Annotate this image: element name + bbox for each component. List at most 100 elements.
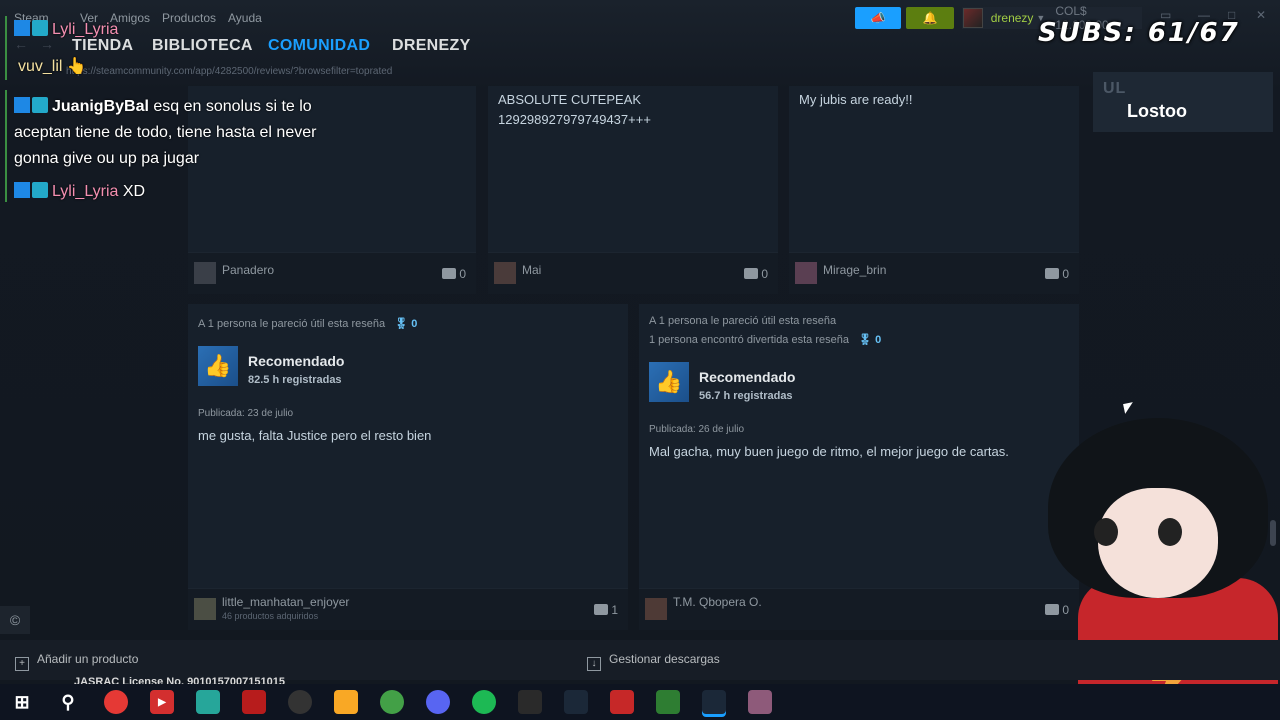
notifications-button[interactable]: 🔔 bbox=[906, 7, 954, 29]
spotify-icon[interactable] bbox=[472, 690, 496, 714]
eye bbox=[1094, 518, 1118, 546]
helpful-count: A 1 persona le pareció útil esta reseña bbox=[649, 315, 837, 327]
badge-icon bbox=[14, 182, 30, 198]
comment-count[interactable]: 1 bbox=[594, 603, 618, 617]
chat-divider bbox=[5, 16, 7, 80]
chrome-icon[interactable] bbox=[104, 690, 128, 714]
youtube-icon[interactable]: ▶ bbox=[150, 690, 174, 714]
comment-count[interactable]: 0 bbox=[744, 267, 768, 281]
minecraft-icon[interactable] bbox=[656, 690, 680, 714]
chat-username: Lyli_Lyria bbox=[52, 183, 119, 200]
epic-games-icon[interactable] bbox=[518, 690, 542, 714]
badge-icon bbox=[32, 182, 48, 198]
manage-downloads-button[interactable]: ↓ Gestionar descargas bbox=[587, 652, 720, 671]
review-author[interactable]: Panadero bbox=[222, 263, 274, 277]
account-username: drenezy bbox=[990, 11, 1034, 25]
badge-icon bbox=[32, 20, 48, 36]
comment-count[interactable]: 0 bbox=[442, 267, 466, 281]
folder-icon[interactable] bbox=[334, 690, 358, 714]
announce-button[interactable]: 📣 bbox=[855, 7, 901, 29]
review-card[interactable]: My jubis are ready!! Mirage_brin 0 bbox=[789, 86, 1079, 294]
chat-message: Lyli_Lyria XD bbox=[14, 182, 145, 201]
app-icon[interactable] bbox=[380, 690, 404, 714]
comment-icon bbox=[594, 604, 609, 615]
review-footer: Mai 0 bbox=[488, 252, 778, 294]
megaphone-icon: 📣 bbox=[870, 11, 886, 25]
overlay-tag: UL bbox=[1103, 80, 1127, 97]
review-author[interactable]: T.M. Qbopera O. bbox=[673, 595, 762, 609]
game-icon[interactable] bbox=[748, 690, 772, 714]
chat-message: vuv_lil 👆 bbox=[18, 56, 87, 76]
chat-username: JuanigByBal bbox=[52, 98, 149, 115]
chat-message: JuanigByBal esq en sonolus si te lo acep… bbox=[14, 94, 364, 172]
review-footer: Panadero 0 bbox=[188, 252, 476, 294]
chat-message: Lyli_Lyria bbox=[14, 20, 118, 39]
publish-date: Publicada: 23 de julio bbox=[198, 408, 294, 419]
funny-count: 1 persona encontró divertida esta reseña… bbox=[649, 334, 882, 346]
avatar bbox=[963, 8, 983, 28]
review-card[interactable]: A 1 persona le pareció útil esta reseña … bbox=[639, 304, 1079, 630]
avatar[interactable] bbox=[795, 262, 817, 284]
review-author[interactable]: Mirage_brin bbox=[823, 263, 886, 277]
review-author[interactable]: Mai bbox=[522, 263, 541, 277]
chat-text: XD bbox=[122, 183, 146, 200]
comment-icon bbox=[744, 268, 759, 279]
review-text: me gusta, falta Justice pero el resto bi… bbox=[198, 428, 432, 443]
badge-icon bbox=[14, 20, 30, 36]
avatar[interactable] bbox=[194, 262, 216, 284]
windows-start-icon[interactable]: ⊞ bbox=[10, 690, 34, 714]
review-text: ABSOLUTE CUTEPEAK 129298927979749437+++ bbox=[498, 92, 651, 127]
helpful-count: A 1 persona le pareció útil esta reseña … bbox=[198, 318, 418, 330]
review-card[interactable]: A 1 persona le pareció útil esta reseña … bbox=[188, 304, 628, 630]
avatar[interactable] bbox=[494, 262, 516, 284]
steam-icon[interactable] bbox=[564, 690, 588, 714]
review-text: My jubis are ready!! bbox=[799, 92, 913, 107]
download-icon: ↓ bbox=[587, 657, 601, 671]
app-icon[interactable] bbox=[196, 690, 220, 714]
search-icon[interactable]: ⚲ bbox=[56, 690, 80, 714]
steam-window: Steam Ver Amigos Productos Ayuda 📣 🔔 dre… bbox=[0, 0, 1280, 720]
review-verdict: Recomendado bbox=[248, 353, 345, 369]
review-footer: little_manhatan_enjoyer 46 productos adq… bbox=[188, 588, 628, 630]
windows-taskbar: ⊞ ⚲ ▶ bbox=[0, 684, 1280, 720]
face bbox=[1098, 488, 1218, 598]
close-icon[interactable]: ✕ bbox=[1256, 8, 1266, 22]
eye bbox=[1158, 518, 1182, 546]
review-verdict: Recomendado bbox=[699, 369, 796, 385]
review-footer: T.M. Qbopera O. 0 bbox=[639, 588, 1079, 630]
products-owned: 46 productos adquiridos bbox=[222, 611, 319, 621]
valorant-icon[interactable] bbox=[242, 690, 266, 714]
copyright-button[interactable]: © bbox=[0, 606, 30, 634]
tab-drenezy[interactable]: DRENEZY bbox=[392, 37, 471, 55]
review-footer: Mirage_brin 0 bbox=[789, 252, 1079, 294]
hand-emoji-icon: 👆 bbox=[66, 58, 87, 75]
avatar[interactable] bbox=[645, 598, 667, 620]
plus-icon: + bbox=[15, 657, 29, 671]
comment-icon bbox=[442, 268, 457, 279]
thumbs-up-icon: 👍 bbox=[649, 362, 689, 402]
comment-count[interactable]: 0 bbox=[1045, 267, 1069, 281]
badge-icon bbox=[32, 97, 48, 113]
discord-icon[interactable] bbox=[426, 690, 450, 714]
publish-date: Publicada: 26 de julio bbox=[649, 424, 745, 435]
stream-overlay-panel: UL Lostoo bbox=[1093, 72, 1273, 132]
bell-icon: 🔔 bbox=[922, 11, 938, 25]
avatar[interactable] bbox=[194, 598, 216, 620]
award-icon[interactable]: 🎖 bbox=[394, 318, 408, 330]
chat-username: Lyli_Lyria bbox=[52, 21, 119, 38]
stream-chat-overlay: Lyli_Lyria vuv_lil 👆 JuanigByBal esq en … bbox=[0, 10, 370, 210]
hours-played: 56.7 h registradas bbox=[699, 390, 793, 402]
add-product-button[interactable]: + Añadir un producto bbox=[15, 652, 138, 671]
overlay-name: Lostoo bbox=[1127, 101, 1187, 121]
hours-played: 82.5 h registradas bbox=[248, 374, 342, 386]
review-author[interactable]: little_manhatan_enjoyer bbox=[222, 595, 349, 609]
obs-icon[interactable] bbox=[288, 690, 312, 714]
bottom-bar: + Añadir un producto ↓ Gestionar descargas bbox=[0, 640, 1280, 680]
review-text: Mal gacha, muy buen juego de ritmo, el m… bbox=[649, 444, 1009, 459]
mouse-cursor-icon bbox=[1123, 402, 1135, 414]
comment-icon bbox=[1045, 268, 1060, 279]
steam-active-icon[interactable] bbox=[702, 690, 726, 714]
review-card[interactable]: ABSOLUTE CUTEPEAK 129298927979749437+++ … bbox=[488, 86, 778, 294]
award-icon[interactable]: 🎖 bbox=[858, 334, 872, 346]
app-icon[interactable] bbox=[610, 690, 634, 714]
